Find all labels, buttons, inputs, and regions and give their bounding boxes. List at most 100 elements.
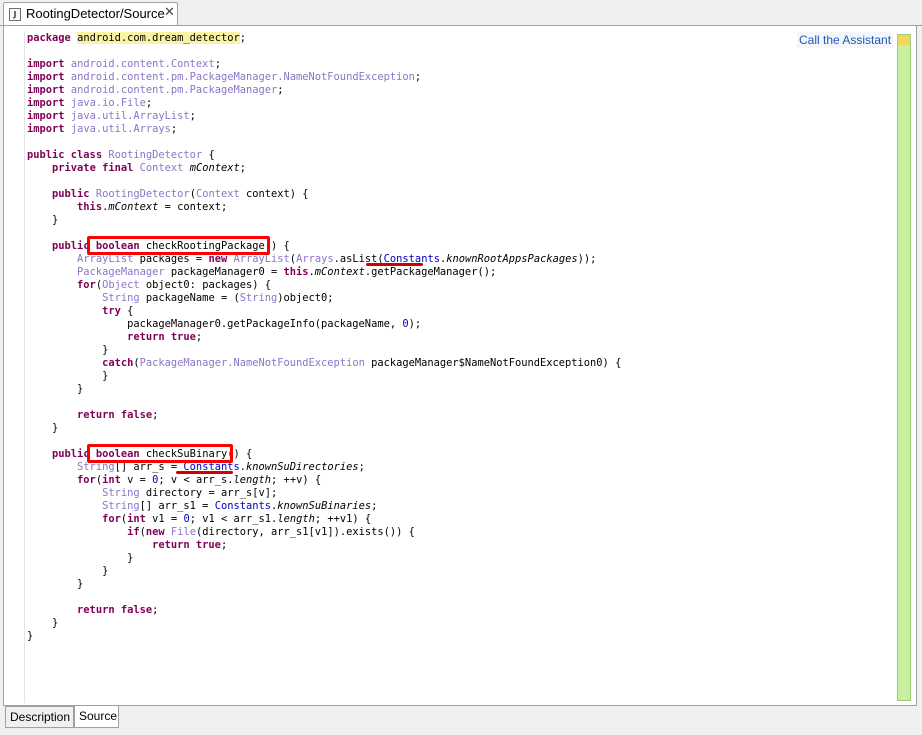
keyword-token: int xyxy=(102,474,121,486)
code-text: } xyxy=(27,552,134,564)
tab-source[interactable]: Source xyxy=(74,706,119,728)
code-text: v = xyxy=(120,474,153,486)
type-token: Context xyxy=(139,162,184,174)
keyword-token: import xyxy=(27,58,65,70)
annotation-underline-constants-1 xyxy=(366,263,423,266)
keyword-token: if xyxy=(127,526,140,538)
code-text: )); xyxy=(577,253,597,265)
code-text: { xyxy=(202,149,215,161)
field-token: mContext xyxy=(108,201,159,213)
code-text: ; xyxy=(239,32,246,44)
code-line: String directory = arr_s[v]; xyxy=(27,487,621,500)
keyword-token: public class xyxy=(27,149,103,161)
code-text: ); xyxy=(408,318,422,330)
keyword-token: for xyxy=(77,474,96,486)
keyword-token: try xyxy=(102,305,121,317)
overview-ruler[interactable] xyxy=(897,34,911,701)
code-line: } xyxy=(27,383,621,396)
code-text: (directory, arr_s1[v1]).exists()) { xyxy=(195,526,415,538)
type-token: java.util.Arrays xyxy=(70,123,171,135)
code-text: } xyxy=(27,565,109,577)
code-line: String[] arr_s1 = Constants.knownSuBinar… xyxy=(27,500,621,513)
code-text: } xyxy=(27,214,59,226)
field-token: knownSuDirectories xyxy=(246,461,359,473)
overview-ruler-marker[interactable] xyxy=(898,35,910,45)
code-line: catch(PackageManager.NameNotFoundExcepti… xyxy=(27,357,621,370)
code-line: } xyxy=(27,617,621,630)
keyword-token: import xyxy=(27,84,65,96)
tab-description[interactable]: Description xyxy=(5,706,74,728)
editor-tab[interactable]: J RootingDetector/Source ✕ xyxy=(3,2,178,26)
field-token: length xyxy=(277,513,315,525)
close-icon[interactable]: ✕ xyxy=(164,5,175,20)
java-file-icon: J xyxy=(9,8,21,21)
code-line: String packageName = (String)object0; xyxy=(27,292,621,305)
type-token: RootingDetector xyxy=(108,149,203,161)
code-line: } xyxy=(27,214,621,227)
gutter-divider xyxy=(24,31,25,703)
constant-token: Constants xyxy=(214,500,272,512)
keyword-token: return false xyxy=(77,409,153,421)
keyword-token: package xyxy=(27,32,71,44)
code-text: } xyxy=(27,370,109,382)
code-text: context) { xyxy=(239,188,309,200)
keyword-token: for xyxy=(102,513,121,525)
editor-gutter[interactable] xyxy=(4,31,24,703)
code-line: import android.content.pm.PackageManager… xyxy=(27,71,621,84)
code-line: this.mContext = context; xyxy=(27,201,621,214)
code-line: public RootingDetector(Context context) … xyxy=(27,188,621,201)
type-token: String xyxy=(239,292,278,304)
keyword-token: this xyxy=(283,266,309,278)
code-text: ; xyxy=(189,110,196,122)
type-token: android.content.pm.PackageManager.NameNo… xyxy=(70,71,415,83)
keyword-token: return false xyxy=(77,604,153,616)
editor-tab-title: RootingDetector/Source xyxy=(26,6,165,21)
keyword-token: int xyxy=(127,513,146,525)
type-token: android.content.Context xyxy=(70,58,215,70)
code-line: } xyxy=(27,344,621,357)
code-text: ; xyxy=(170,123,178,135)
type-token: Context xyxy=(195,188,240,200)
code-line: import java.io.File; xyxy=(27,97,621,110)
type-token: String xyxy=(102,487,140,499)
code-text: } xyxy=(27,617,59,629)
source-code[interactable]: package android.com.dream_detector;impor… xyxy=(27,32,621,643)
code-text: ; xyxy=(220,539,228,551)
code-text: ; v1 < arr_s1. xyxy=(189,513,278,525)
code-line: } xyxy=(27,370,621,383)
code-text: )object0; xyxy=(277,292,334,304)
code-line: } xyxy=(27,552,621,565)
code-line: } xyxy=(27,630,621,643)
code-line: try { xyxy=(27,305,621,318)
code-text: } xyxy=(27,383,84,395)
code-line: return true; xyxy=(27,539,621,552)
code-line: } xyxy=(27,578,621,591)
code-text: ; xyxy=(152,604,159,616)
keyword-token: return true xyxy=(152,539,221,551)
field-token: mContext xyxy=(189,162,240,174)
keyword-token: public xyxy=(52,188,90,200)
code-text: } xyxy=(27,344,109,356)
code-text: ; xyxy=(414,71,422,83)
code-line: packageManager0.getPackageInfo(packageNa… xyxy=(27,318,621,331)
code-text: ; xyxy=(371,500,378,512)
code-text: ; ++v1) { xyxy=(314,513,372,525)
code-line: package android.com.dream_detector; xyxy=(27,32,621,45)
code-text: ; xyxy=(239,162,246,174)
tab-source-label: Source xyxy=(79,709,118,723)
code-text: ; ++v) { xyxy=(271,474,322,486)
code-line: import android.content.pm.PackageManager… xyxy=(27,84,621,97)
code-text: packageManager0.getPackageInfo(packageNa… xyxy=(27,318,403,330)
field-token: knownRootAppsPackages xyxy=(446,253,578,265)
call-assistant-link[interactable]: Call the Assistant xyxy=(797,32,894,48)
type-token: String xyxy=(102,292,140,304)
